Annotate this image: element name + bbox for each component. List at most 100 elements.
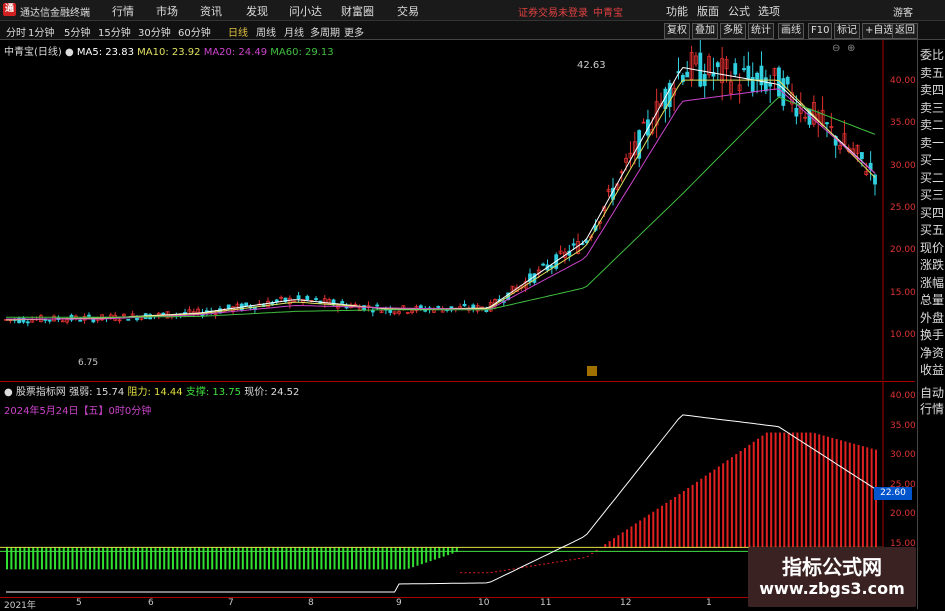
indicator-bar-up (787, 432, 790, 548)
period-tab-3[interactable]: 15分钟 (98, 24, 131, 39)
indicator-bar-up (460, 572, 463, 574)
menu-item-1[interactable]: 市场 (156, 3, 178, 19)
indicator-bar-up (477, 572, 480, 574)
main-ytick-5: 15.00 (890, 287, 916, 298)
zoom-minus-icon[interactable]: ⊖ (832, 43, 840, 54)
x-label-2: 6 (148, 598, 154, 608)
candle-body (462, 303, 467, 307)
indicator-bar-down (75, 547, 78, 570)
indicator-bar-down (14, 547, 17, 570)
candle-body (25, 321, 30, 324)
indicator-bar-down (442, 547, 445, 557)
indicator-bar-down (233, 547, 236, 570)
main-chart-svg (4, 40, 884, 380)
period-tab-8[interactable]: 月线 (284, 24, 304, 39)
indicator-bar-down (36, 547, 39, 570)
tool-button-8[interactable]: 返回 (892, 23, 918, 39)
indicator-bar-down (420, 547, 423, 565)
candle-body (571, 243, 576, 246)
period-tab-1[interactable]: 1分钟 (28, 24, 54, 39)
tool-button-4[interactable]: 画线 (778, 23, 804, 39)
menu-item-4[interactable]: 问小达 (289, 3, 322, 19)
right-menu-item-1[interactable]: 版面 (697, 3, 719, 19)
indicator-bar-down (123, 547, 126, 570)
quote-field-7: 买二 (919, 170, 944, 185)
quote-field-4: 卖二 (919, 118, 944, 132)
indicator-bar-up (866, 447, 869, 548)
sub-ytick-2: 30.00 (890, 450, 916, 461)
indicator-bar-up (617, 535, 620, 548)
zoom-plus-icon[interactable]: ⊕ (847, 43, 855, 54)
menu-item-2[interactable]: 资讯 (200, 3, 222, 19)
indicator-bar-up (765, 432, 768, 548)
indicator-bar-down (246, 547, 249, 570)
tool-button-5[interactable]: F10 (808, 23, 833, 39)
indicator-bar-up (595, 549, 598, 551)
period-tab-5[interactable]: 60分钟 (178, 24, 211, 39)
quote-field-18: 收益 (919, 363, 944, 377)
period-tab-4[interactable]: 30分钟 (138, 24, 171, 39)
tool-button-0[interactable]: 复权 (664, 23, 690, 39)
ma-line-ma60 (6, 96, 876, 318)
indicator-bar-down (19, 547, 22, 570)
indicator-bar-up (857, 444, 860, 548)
indicator-bar-up (582, 557, 585, 559)
main-ytick-2: 30.00 (890, 160, 916, 171)
tool-button-2[interactable]: 多股 (720, 23, 746, 39)
right-menu-item-0[interactable]: 功能 (666, 3, 688, 19)
indicator-bar-down (268, 547, 271, 570)
indicator-bar-up (530, 565, 533, 567)
indicator-bar-up (560, 560, 563, 562)
panel-tab-0[interactable]: 自动 (918, 386, 945, 401)
indicator-bar-down (80, 547, 83, 570)
menu-item-5[interactable]: 财富圈 (341, 3, 374, 19)
indicator-bar-up (809, 432, 812, 548)
main-kline-chart[interactable]: 中青宝(日线) ● MA5: 23.83 MA10: 23.92 MA20: 2… (0, 40, 916, 380)
candle-body (755, 72, 759, 80)
right-menu-item-2[interactable]: 公式 (728, 3, 750, 19)
menu-item-3[interactable]: 发现 (246, 3, 268, 19)
period-tab-6[interactable]: 日线 (228, 24, 248, 39)
quote-field-9: 买四 (919, 205, 944, 220)
guest-label[interactable]: 游客 (893, 4, 913, 19)
tool-button-3[interactable]: 统计 (748, 23, 774, 39)
quote-field-12: 涨跌 (919, 258, 944, 272)
candle-body (742, 68, 746, 71)
event-marker-icon[interactable] (587, 366, 597, 376)
tool-button-6[interactable]: 标记 (834, 23, 860, 39)
period-tab-10[interactable]: 更多 (344, 24, 364, 39)
indicator-bar-down (145, 547, 148, 570)
quote-field-0: 委比 (919, 48, 944, 62)
menu-item-6[interactable]: 交易 (397, 3, 419, 19)
indicator-bar-up (792, 432, 795, 548)
indicator-bar-down (150, 547, 153, 570)
indicator-bar-down (180, 547, 183, 570)
panel-tab-1[interactable]: 行情 (918, 402, 945, 417)
menu-item-0[interactable]: 行情 (112, 3, 134, 19)
watermark-title: 指标公式网 (782, 555, 882, 579)
indicator-bar-up (621, 532, 624, 548)
indicator-bar-up (652, 511, 655, 548)
indicator-bar-up (726, 460, 729, 548)
x-label-1: 5 (76, 598, 82, 608)
indicator-bar-down (97, 547, 100, 570)
candles-group (4, 40, 877, 327)
indicator-bar-up (495, 571, 498, 573)
indicator-bar-up (739, 451, 742, 548)
indicator-bar-up (687, 487, 690, 548)
sub-ytick-1: 35.00 (890, 420, 916, 431)
indicator-bar-down (272, 547, 275, 570)
tool-button-1[interactable]: 叠加 (692, 23, 718, 39)
sub-ytick-4: 20.00 (890, 509, 916, 520)
indicator-bar-down (259, 547, 262, 570)
indicator-bar-up (717, 466, 720, 548)
period-tab-9[interactable]: 多周期 (310, 24, 340, 39)
login-notice[interactable]: 证券交易未登录 (518, 4, 588, 19)
period-tab-7[interactable]: 周线 (256, 24, 276, 39)
indicator-bar-up (700, 478, 703, 548)
indicator-bar-up (464, 572, 467, 574)
right-menu-item-3[interactable]: 选项 (758, 3, 780, 19)
period-tab-0[interactable]: 分时 (6, 24, 26, 39)
period-tab-2[interactable]: 5分钟 (64, 24, 90, 39)
indicator-bar-up (669, 499, 672, 548)
